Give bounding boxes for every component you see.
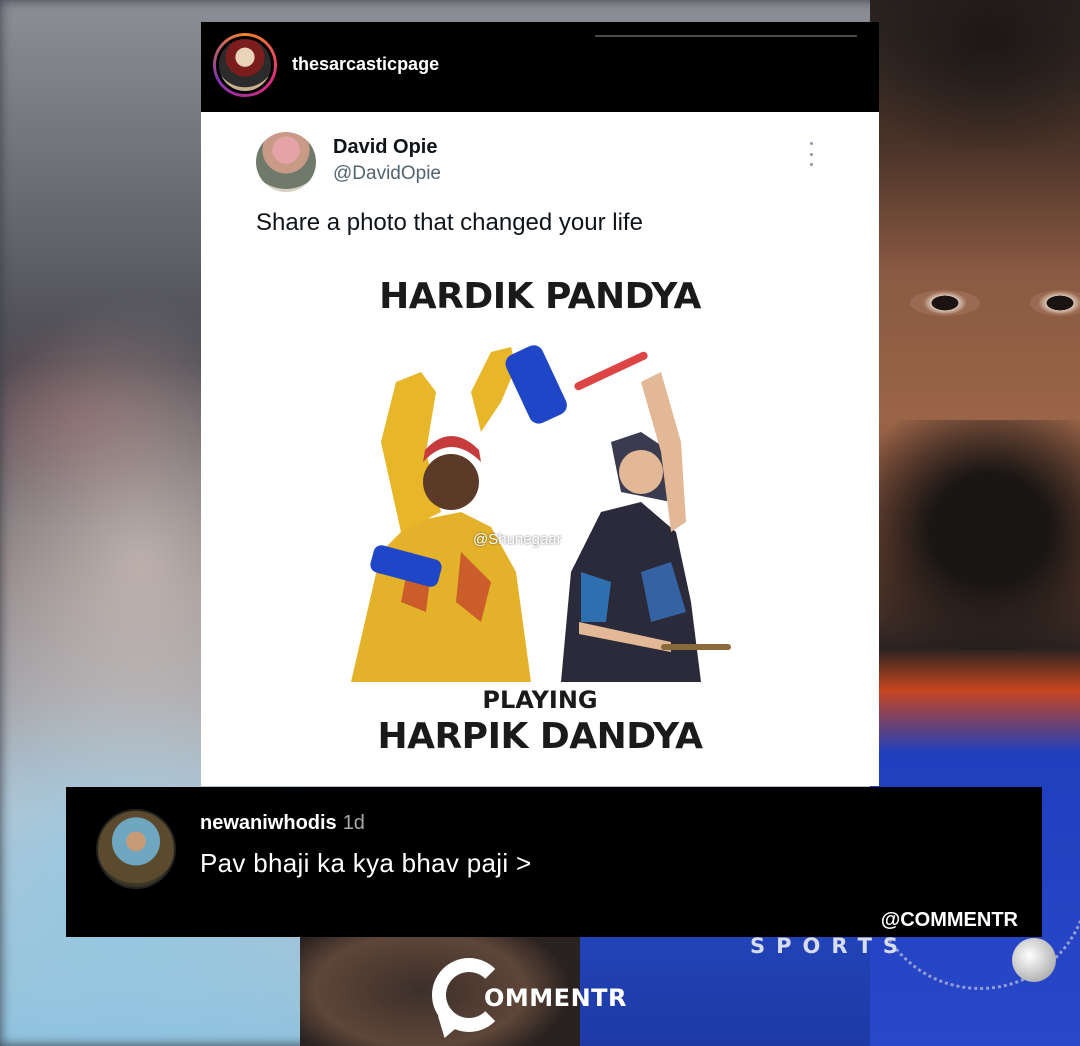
panda-pendant-icon [1012,938,1056,982]
tweet-author-name[interactable]: David Opie [333,136,437,159]
account-avatar[interactable] [213,33,277,97]
commenter-username[interactable]: newaniwhodis [200,812,337,834]
tweet-author-handle[interactable]: @DavidOpie [333,163,441,185]
meme-watermark: @Shunegaar [473,531,562,548]
meme-photo [351,345,731,682]
instagram-post: thesarcasticpage David Opie @DavidOpie S… [201,22,879,786]
player-eye [1030,290,1080,316]
comment-time: 1d [342,812,365,834]
meme-top-text: HARDIK PANDYA [379,276,701,317]
commentr-logo: OMMENTR [432,954,652,1044]
jersey-text: SPORTS [750,934,910,958]
commentr-credit: @COMMENTR [880,909,1018,931]
more-options-icon[interactable] [807,142,815,166]
player-beard [870,420,1080,650]
logo-text: OMMENTR [484,984,627,1012]
meme-middle-text: PLAYING [482,686,598,714]
comment-header: newaniwhodis 1d [200,812,365,835]
comment-text: Pav bhaji ka kya bhav paji > [200,848,532,878]
story-progress-bar [595,35,857,37]
tweet-text: Share a photo that changed your life [256,209,643,236]
player-hair [870,0,1080,150]
account-username[interactable]: thesarcasticpage [292,54,439,75]
post-header: thesarcasticpage [201,22,879,112]
player-eye [910,290,980,316]
meme-bottom-text: HARPIK DANDYA [377,716,703,757]
commenter-avatar[interactable] [96,809,176,889]
comment-card: newaniwhodis 1d Pav bhaji ka kya bhav paj… [66,787,1042,937]
tweet-avatar[interactable] [256,132,316,192]
